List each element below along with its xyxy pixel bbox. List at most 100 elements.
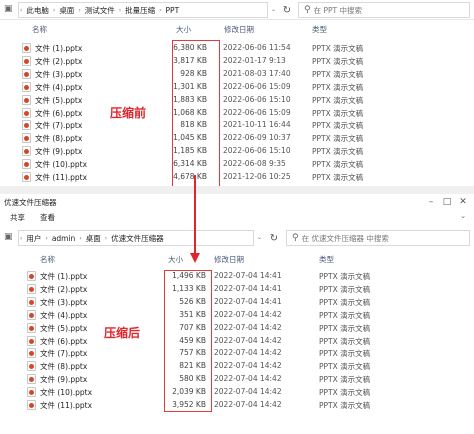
breadcrumb-item[interactable]: 用户: [23, 233, 44, 244]
pptx-file-icon: [22, 55, 31, 66]
file-date: 2022-06-09 10:37: [223, 133, 291, 143]
breadcrumb-item[interactable]: 桌面: [83, 233, 104, 244]
column-header-size[interactable]: 大小: [168, 254, 183, 265]
file-row[interactable]: 文件 (10).pptx 6,314 KB 2022-06-08 9:35 PPTX …: [0, 158, 474, 171]
window-title: 优速文件压缩器: [4, 198, 57, 207]
file-type: PPTX 演示文稿: [319, 362, 371, 372]
file-name: 文件 (6).pptx: [40, 336, 88, 346]
tab-view[interactable]: 查看: [40, 212, 55, 223]
file-row[interactable]: 文件 (4).pptx 351 KB 2022-07-04 14:42 PPTX 演示…: [0, 309, 474, 322]
file-name: 文件 (2).pptx: [40, 284, 88, 294]
file-type: PPTX 演示文稿: [319, 310, 371, 320]
file-row[interactable]: 文件 (1).pptx 6,380 KB 2022-06-06 11:54 PPTX …: [0, 42, 474, 55]
file-row[interactable]: 文件 (8).pptx 1,045 KB 2022-06-09 10:37 PPTX …: [0, 132, 474, 145]
file-date: 2021-08-03 17:40: [223, 68, 291, 78]
pptx-file-icon: [22, 68, 31, 79]
pptx-file-icon: [22, 133, 31, 144]
file-date: 2022-07-04 14:41: [214, 283, 282, 293]
file-name: 文件 (10).pptx: [40, 388, 93, 398]
chevron-down-icon[interactable]: ⌄: [460, 212, 466, 220]
column-header-name[interactable]: 名称: [32, 24, 47, 35]
file-name: 文件 (7).pptx: [40, 349, 88, 359]
search-placeholder: 在 优速文件压缩器 中搜索: [301, 233, 389, 243]
refresh-icon[interactable]: ↻: [279, 2, 295, 18]
column-header-date[interactable]: 修改日期: [224, 24, 254, 35]
pptx-file-icon: [27, 322, 36, 333]
address-bar[interactable]: › 用户 › admin › 桌面 › 优速文件压缩器: [18, 230, 254, 246]
file-row[interactable]: 文件 (6).pptx 1,068 KB 2022-06-06 15:09 PPTX …: [0, 107, 474, 120]
breadcrumb-item[interactable]: 批量压缩: [122, 5, 158, 16]
file-date: 2022-07-04 14:42: [214, 348, 282, 358]
file-date: 2022-06-06 15:09: [223, 107, 291, 117]
chevron-down-icon[interactable]: ⌄: [257, 234, 262, 241]
tab-share[interactable]: 共享: [10, 212, 25, 223]
file-row[interactable]: 文件 (5).pptx 707 KB 2022-07-04 14:42 PPTX 演示…: [0, 322, 474, 335]
file-row[interactable]: 文件 (11).pptx 3,952 KB 2022-07-04 14:42 PPTX…: [0, 399, 474, 412]
search-input[interactable]: ⚲ 在 优速文件压缩器 中搜索: [286, 230, 470, 246]
address-bar[interactable]: › 此电脑 › 桌面 › 测试文件 › 批量压缩 › PPT: [18, 2, 268, 18]
file-row[interactable]: 文件 (6).pptx 459 KB 2022-07-04 14:42 PPTX 演示…: [0, 335, 474, 348]
breadcrumb-item[interactable]: 桌面: [56, 5, 77, 16]
pptx-file-icon: [27, 374, 36, 385]
file-row[interactable]: 文件 (3).pptx 928 KB 2021-08-03 17:40 PPTX 演示…: [0, 68, 474, 81]
file-type: PPTX 演示文稿: [319, 323, 371, 333]
file-name: 文件 (9).pptx: [40, 375, 88, 385]
folder-nav-icon[interactable]: ▣: [4, 4, 13, 14]
breadcrumb-item[interactable]: 优速文件压缩器: [108, 233, 167, 244]
file-row[interactable]: 文件 (1).pptx 1,496 KB 2022-07-04 14:41 PPTX …: [0, 270, 474, 283]
breadcrumb-item[interactable]: PPT: [163, 6, 183, 15]
minimize-icon[interactable]: –: [424, 196, 438, 208]
file-row[interactable]: 文件 (2).pptx 1,133 KB 2022-07-04 14:41 PPTX …: [0, 283, 474, 296]
file-type: PPTX 演示文稿: [312, 108, 364, 118]
file-date: 2022-06-08 9:35: [223, 159, 286, 169]
file-type: PPTX 演示文稿: [319, 349, 371, 359]
pptx-file-icon: [27, 335, 36, 346]
pptx-file-icon: [22, 107, 31, 118]
column-header-type[interactable]: 类型: [319, 254, 334, 265]
file-date: 2021-12-06 10:25: [223, 172, 291, 181]
file-date: 2022-07-04 14:41: [214, 296, 282, 306]
address-row: ▣ › 此电脑 › 桌面 › 测试文件 › 批量压缩 › PPT ⌄ ↻ ⚲ 在…: [0, 0, 474, 20]
file-row[interactable]: 文件 (9).pptx 1,185 KB 2022-06-06 15:10 PPTX …: [0, 145, 474, 158]
file-row[interactable]: 文件 (10).pptx 2,039 KB 2022-07-04 14:42 PPTX…: [0, 386, 474, 399]
file-row[interactable]: 文件 (7).pptx 757 KB 2022-07-04 14:42 PPTX 演示…: [0, 347, 474, 360]
search-input[interactable]: ⚲ 在 PPT 中搜索: [298, 2, 470, 18]
file-date: 2022-06-06 15:10: [223, 94, 291, 104]
file-date: 2022-07-04 14:42: [214, 335, 282, 345]
column-header-type[interactable]: 类型: [312, 24, 327, 35]
size-highlight-box: [172, 40, 220, 187]
breadcrumb-item[interactable]: 此电脑: [23, 5, 52, 16]
file-row[interactable]: 文件 (2).pptx 3,817 KB 2022-01-17 9:13 PPTX 演…: [0, 55, 474, 68]
breadcrumb-item[interactable]: 测试文件: [82, 5, 118, 16]
file-row[interactable]: 文件 (4).pptx 1,301 KB 2022-06-06 15:09 PPTX …: [0, 81, 474, 94]
file-date: 2022-06-06 11:54: [223, 43, 291, 52]
file-type: PPTX 演示文稿: [312, 82, 364, 92]
column-header-size[interactable]: 大小: [176, 24, 191, 35]
file-type: PPTX 演示文稿: [319, 284, 371, 294]
folder-nav-icon[interactable]: ▣: [4, 232, 13, 242]
file-type: PPTX 演示文稿: [319, 272, 371, 281]
pptx-file-icon: [27, 387, 36, 398]
file-name: 文件 (1).pptx: [35, 44, 83, 53]
refresh-icon[interactable]: ↻: [266, 230, 282, 246]
maximize-icon[interactable]: □: [440, 196, 454, 208]
file-row[interactable]: 文件 (7).pptx 818 KB 2021-10-11 16:44 PPTX 演示…: [0, 119, 474, 132]
file-row[interactable]: 文件 (8).pptx 821 KB 2022-07-04 14:42 PPTX 演示…: [0, 360, 474, 373]
column-header-date[interactable]: 修改日期: [214, 254, 244, 265]
file-name: 文件 (4).pptx: [40, 310, 88, 320]
close-icon[interactable]: ✕: [456, 196, 470, 208]
chevron-down-icon[interactable]: ⌄: [271, 6, 276, 13]
file-row[interactable]: 文件 (3).pptx 526 KB 2022-07-04 14:41 PPTX 演示…: [0, 296, 474, 309]
size-highlight-box: [164, 270, 212, 412]
arrow-down-icon: [189, 253, 200, 263]
column-header-row: 名称 大小 修改日期 类型: [0, 22, 474, 36]
column-header-name[interactable]: 名称: [40, 254, 55, 265]
breadcrumb-item[interactable]: admin: [49, 234, 79, 243]
file-row[interactable]: 文件 (11).pptx 4,678 KB 2021-12-06 10:25 PPTX…: [0, 171, 474, 184]
compress-arrow: [194, 175, 196, 253]
file-row[interactable]: 文件 (5).pptx 1,883 KB 2022-06-06 15:10 PPTX …: [0, 94, 474, 107]
search-placeholder: 在 PPT 中搜索: [313, 5, 362, 15]
pptx-file-icon: [22, 94, 31, 105]
pptx-file-icon: [27, 400, 36, 410]
file-row[interactable]: 文件 (9).pptx 580 KB 2022-07-04 14:42 PPTX 演示…: [0, 373, 474, 386]
